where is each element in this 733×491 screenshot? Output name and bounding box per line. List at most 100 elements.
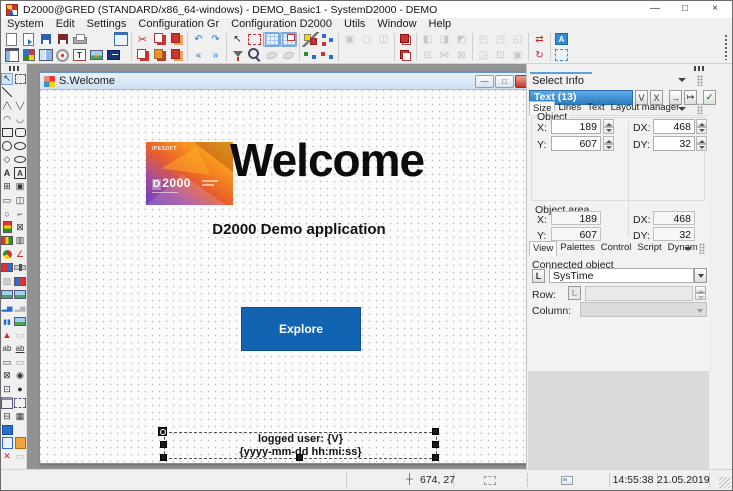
- grid-icon[interactable]: [263, 32, 280, 47]
- document-object-icon[interactable]: [1, 437, 13, 449]
- script-object-icon[interactable]: [14, 437, 26, 449]
- tab-control[interactable]: Control: [598, 241, 635, 256]
- same-height-icon[interactable]: ◲: [475, 48, 492, 63]
- trend-icon[interactable]: ∠: [14, 248, 26, 260]
- circle-icon[interactable]: [1, 140, 13, 152]
- bar-indicator-icon[interactable]: [1, 221, 13, 233]
- paste-schema-icon[interactable]: [168, 32, 185, 47]
- window-item-icon[interactable]: [1, 397, 13, 409]
- rectangle-icon[interactable]: [1, 127, 13, 139]
- small-circle-icon[interactable]: ○: [1, 208, 13, 220]
- save-as-icon[interactable]: [54, 32, 71, 47]
- record-icon[interactable]: [54, 48, 71, 63]
- toolbar-grip-icon[interactable]: [724, 34, 729, 60]
- menu-settings[interactable]: Settings: [81, 18, 133, 31]
- minimize-icon[interactable]: —: [640, 1, 670, 18]
- selection-handle-bottom-right[interactable]: [432, 454, 439, 461]
- confirm-button[interactable]: ✓: [703, 90, 716, 105]
- connect-nodes-icon[interactable]: [302, 48, 319, 63]
- select-mode-icon[interactable]: ↖: [229, 32, 246, 47]
- x-spinner[interactable]: [603, 119, 614, 134]
- new-schema-icon[interactable]: [3, 32, 20, 47]
- bitmap-1-icon[interactable]: [1, 290, 13, 299]
- redo-icon[interactable]: ↷: [207, 32, 224, 47]
- tab-layout-manager[interactable]: Layout manager: [608, 101, 679, 116]
- group-icon[interactable]: ▣: [341, 32, 358, 47]
- chevron-down-icon[interactable]: [684, 247, 692, 255]
- column-combo[interactable]: [580, 302, 707, 317]
- row-input[interactable]: [585, 286, 693, 301]
- arc-icon[interactable]: ◠: [1, 113, 13, 125]
- led-icon[interactable]: ●: [14, 383, 26, 395]
- image-control-icon[interactable]: [14, 317, 26, 326]
- selection-handle-left[interactable]: [160, 441, 167, 448]
- disabled-box-icon[interactable]: ▭: [14, 329, 26, 341]
- pause-control-icon[interactable]: ▮▮: [1, 316, 13, 328]
- tab-palettes[interactable]: Palettes: [557, 241, 597, 256]
- chevron-down-icon[interactable]: [678, 107, 686, 115]
- connected-object-l-button[interactable]: L: [532, 269, 545, 283]
- ellipse-icon[interactable]: [14, 140, 26, 152]
- schema-title-bar[interactable]: S.Welcome — □ ×: [40, 73, 546, 90]
- bitmap-mode-icon[interactable]: [90, 50, 103, 60]
- align-right-icon[interactable]: ◩: [453, 32, 470, 47]
- schema-script-icon[interactable]: A: [555, 33, 568, 45]
- push-button-icon[interactable]: ▭: [1, 356, 13, 368]
- dx-input[interactable]: 468: [653, 119, 695, 134]
- print-icon[interactable]: [71, 32, 88, 47]
- menu-configuration-d2000[interactable]: Configuration D2000: [225, 18, 338, 31]
- indicator-2-icon[interactable]: [14, 275, 26, 287]
- rotate-icon[interactable]: ↻: [531, 48, 548, 63]
- graph-gray-icon[interactable]: ▂▅: [14, 302, 26, 314]
- x-input[interactable]: 189: [551, 119, 601, 134]
- stretch-height-icon[interactable]: ▣: [509, 48, 526, 63]
- bring-to-front-icon[interactable]: [397, 32, 414, 47]
- save-icon[interactable]: [37, 32, 54, 47]
- selection-handle-top-right[interactable]: [432, 428, 439, 435]
- flip-horizontal-icon[interactable]: ⇄: [531, 32, 548, 47]
- checkbox-icon[interactable]: ⊠: [1, 370, 13, 382]
- tile-windows-icon[interactable]: [37, 48, 54, 63]
- y-spinner[interactable]: [603, 136, 614, 151]
- menu-configuration-gr[interactable]: Configuration Gr: [132, 18, 225, 31]
- selection-handle-right[interactable]: [432, 441, 439, 448]
- grid-object-icon[interactable]: ⊞: [1, 181, 13, 193]
- connect-value-icon[interactable]: [302, 32, 319, 47]
- polyline-icon[interactable]: ╱╲: [1, 100, 13, 112]
- tab-grip-icon[interactable]: [697, 103, 703, 114]
- palette-icon[interactable]: [20, 48, 37, 63]
- send-to-back-icon[interactable]: [397, 48, 414, 63]
- schema-properties-icon[interactable]: [112, 32, 129, 47]
- filter-icon[interactable]: [229, 48, 246, 63]
- text-frame-icon[interactable]: A: [14, 167, 26, 179]
- check-2-icon[interactable]: ⊡: [1, 383, 13, 395]
- command-mode-icon[interactable]: [107, 50, 120, 60]
- tab-text[interactable]: Text: [584, 101, 607, 116]
- selection-handle-bottom-center[interactable]: [296, 454, 303, 461]
- schema-canvas[interactable]: IPESOFT D 2000 Welcome D2000 Demo applic…: [40, 90, 546, 463]
- line-icon[interactable]: [1, 86, 13, 98]
- selection-handle-bottom-left[interactable]: [160, 454, 167, 461]
- selection-frame-icon[interactable]: [553, 48, 570, 63]
- menu-system[interactable]: System: [1, 18, 50, 31]
- schema-maximize-icon[interactable]: □: [495, 75, 514, 88]
- tab-grip-icon[interactable]: [699, 243, 705, 254]
- flat-ellipse-icon[interactable]: [14, 154, 26, 166]
- ungroup-icon[interactable]: ▢: [358, 32, 375, 47]
- align-top-icon[interactable]: ◰: [475, 32, 492, 47]
- chevron-down-icon[interactable]: [678, 78, 686, 86]
- panel-dock-grip-icon[interactable]: [694, 66, 704, 71]
- bar-graph-icon[interactable]: ▂▅: [1, 302, 13, 314]
- window-item-2-icon[interactable]: [14, 397, 26, 409]
- welcome-heading[interactable]: Welcome: [230, 137, 496, 183]
- button-3d-icon[interactable]: ▭: [14, 356, 26, 368]
- transform-mode-icon[interactable]: [246, 32, 263, 47]
- bitmap-2-icon[interactable]: [14, 290, 26, 299]
- tab-view[interactable]: View: [529, 241, 557, 256]
- color-pair-icon[interactable]: [1, 262, 13, 274]
- paste-special-icon[interactable]: [151, 48, 168, 63]
- connected-object-dropdown-icon[interactable]: [694, 268, 707, 283]
- connected-object-input[interactable]: SysTime: [549, 268, 694, 283]
- menu-edit[interactable]: Edit: [50, 18, 81, 31]
- connection-tree-icon[interactable]: [319, 32, 336, 47]
